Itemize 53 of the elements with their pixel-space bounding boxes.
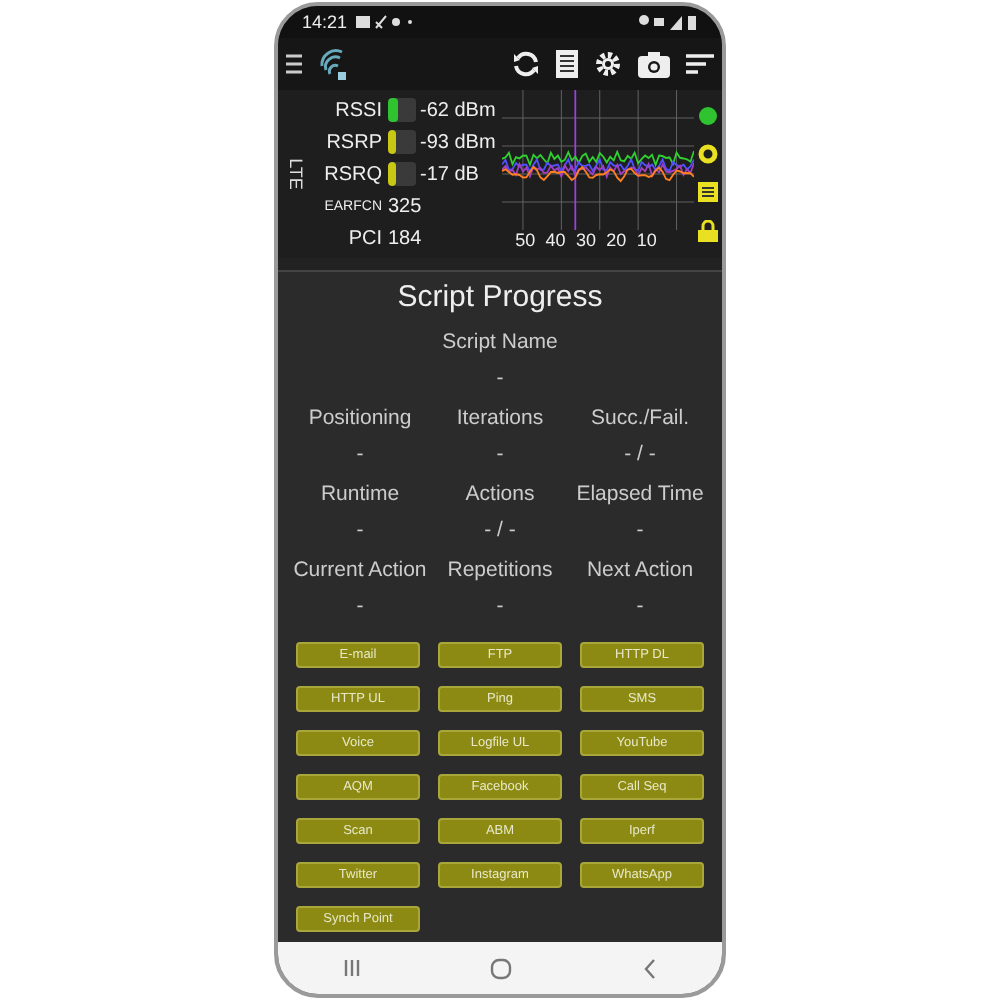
- metric-label: RSRP: [324, 131, 382, 153]
- field-value: -: [356, 518, 364, 542]
- field-value: -: [356, 442, 364, 466]
- axis-tick-label: 10: [636, 230, 657, 250]
- metric-label: PCI: [346, 227, 382, 249]
- cursor-line: [574, 90, 577, 230]
- field-label: Iterations: [456, 406, 544, 430]
- field-value: -: [496, 594, 504, 618]
- home-icon[interactable]: [490, 957, 513, 979]
- metric-value: -17 dB: [420, 163, 479, 185]
- list-icon[interactable]: [556, 50, 578, 78]
- settings-icon[interactable]: [594, 50, 622, 78]
- clock: 14:21: [302, 12, 348, 32]
- recent-apps-icon[interactable]: [342, 958, 363, 978]
- screen-title: Script Progress: [397, 280, 603, 314]
- axis-tick-label: 40: [545, 230, 566, 250]
- metric-label: RSSI: [333, 99, 382, 121]
- field-label: Positioning: [308, 406, 412, 430]
- metric-value: -62 dBm: [420, 99, 496, 121]
- field-label: Actions: [465, 482, 535, 506]
- system-icons: [638, 14, 698, 30]
- metric-value: -93 dBm: [420, 131, 496, 153]
- app-logo-icon: [318, 46, 350, 82]
- field-value: -: [636, 594, 644, 618]
- field-label: Repetitions: [447, 558, 553, 582]
- menu-icon[interactable]: [286, 52, 302, 76]
- field-value: - / -: [484, 518, 516, 542]
- field-label: Runtime: [320, 482, 400, 506]
- ring-icon[interactable]: [698, 144, 718, 165]
- field-label: Script Name: [442, 330, 558, 354]
- sort-icon[interactable]: [686, 52, 714, 76]
- axis-tick-label: 20: [606, 230, 627, 250]
- camera-icon[interactable]: [638, 51, 670, 77]
- lock-icon[interactable]: [698, 219, 718, 242]
- axis-tick-label: 50: [515, 230, 536, 250]
- field-value: -: [636, 518, 644, 542]
- back-icon[interactable]: [641, 957, 658, 979]
- refresh-icon[interactable]: [512, 50, 540, 78]
- field-label: Succ./Fail.: [590, 406, 689, 430]
- list-icon[interactable]: [698, 181, 718, 202]
- metric-value: 184: [388, 227, 422, 249]
- field-value: -: [496, 442, 504, 466]
- metric-value: 325: [388, 195, 422, 217]
- status-icons: [355, 14, 416, 30]
- field-value: -: [356, 594, 364, 618]
- axis-tick-label: 30: [575, 230, 596, 250]
- field-label: Current Action: [293, 558, 427, 582]
- technology-label: LTE: [286, 158, 306, 190]
- field-label: Next Action: [586, 558, 694, 582]
- field-value: -: [496, 366, 504, 390]
- field-label: Elapsed Time: [576, 482, 704, 506]
- field-value: - / -: [624, 442, 656, 466]
- metric-label: RSRQ: [322, 163, 382, 185]
